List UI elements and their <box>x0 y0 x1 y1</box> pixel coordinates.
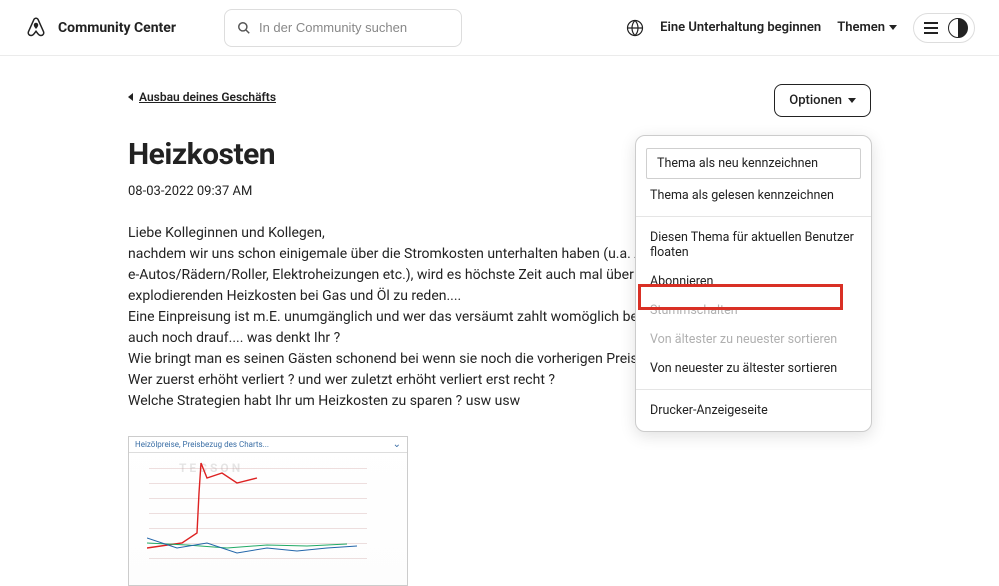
options-label: Optionen <box>789 93 842 108</box>
brand-label: Community Center <box>58 20 176 36</box>
top-bar: Community Center Eine Unterhaltung begin… <box>0 0 999 56</box>
menu-item-mute: Stummschalten <box>636 296 871 325</box>
user-menu[interactable] <box>913 13 975 43</box>
themes-dropdown[interactable]: Themen <box>837 20 897 35</box>
options-button[interactable]: Optionen <box>774 84 871 117</box>
chart-body: TECSON <box>129 453 407 583</box>
hamburger-icon <box>924 27 938 29</box>
brand[interactable]: Community Center <box>24 16 176 40</box>
airbnb-logo-icon <box>24 16 48 40</box>
options-menu: Thema als neu kennzeichnen Thema als gel… <box>635 135 872 432</box>
post-time: 09:37 AM <box>197 184 252 199</box>
start-conversation-link[interactable]: Eine Unterhaltung beginnen <box>660 20 821 35</box>
menu-item-sort-new-old[interactable]: Von neuester zu ältester sortieren <box>636 354 871 383</box>
breadcrumb-label: Ausbau deines Geschäfts <box>139 90 276 104</box>
menu-item-printer-view[interactable]: Drucker-Anzeigeseite <box>636 396 871 425</box>
menu-item-subscribe[interactable]: Abonnieren <box>636 267 871 296</box>
search-icon <box>237 21 251 35</box>
menu-item-float[interactable]: Diesen Thema für aktuellen Benutzer floa… <box>636 223 871 267</box>
avatar-icon <box>948 18 968 38</box>
themes-label: Themen <box>837 20 885 35</box>
globe-icon[interactable] <box>626 19 644 37</box>
search-input[interactable] <box>259 20 449 35</box>
chart-thumbnail[interactable]: Heizölpreise, Preisbezug des Charts... ⌄… <box>128 436 408 586</box>
chevron-left-icon <box>128 93 133 101</box>
breadcrumb[interactable]: Ausbau deines Geschäfts <box>128 90 276 104</box>
search-box[interactable] <box>224 9 462 47</box>
chevron-down-icon: ⌄ <box>393 439 401 450</box>
chart-header: Heizölpreise, Preisbezug des Charts... ⌄ <box>129 437 407 453</box>
menu-item-mark-read[interactable]: Thema als gelesen kennzeichnen <box>636 181 871 210</box>
chevron-down-icon <box>889 25 897 30</box>
chart-title: Heizölpreise, Preisbezug des Charts... <box>135 440 269 449</box>
chart-lines-icon <box>147 453 387 573</box>
menu-item-sort-old-new[interactable]: Von ältester zu neuester sortieren <box>636 325 871 354</box>
chevron-down-icon <box>848 98 856 103</box>
post-date: 08-03-2022 <box>128 184 194 199</box>
menu-item-mark-new[interactable]: Thema als neu kennzeichnen <box>646 148 861 179</box>
